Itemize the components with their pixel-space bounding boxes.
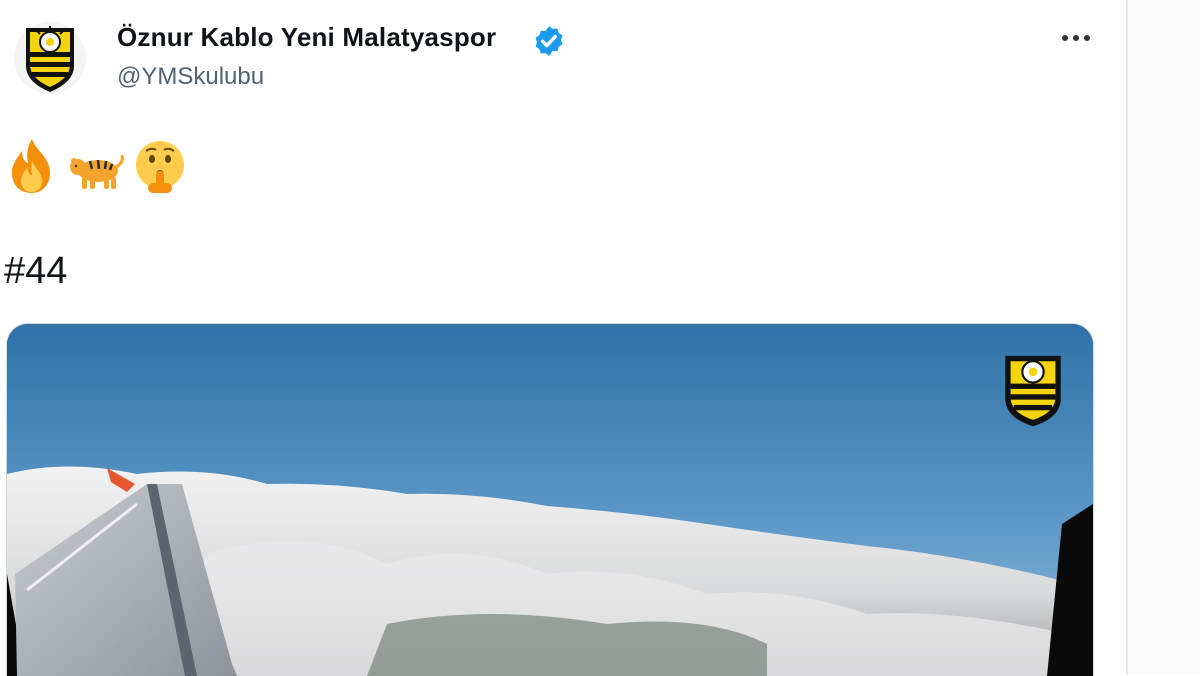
video-frame-airplane-clouds (7, 324, 1093, 676)
tweet-video[interactable] (6, 323, 1094, 676)
shushing-face-emoji-icon (136, 141, 184, 193)
tweet-emojis (6, 136, 186, 196)
author-display-name[interactable]: Öznur Kablo Yeni Malatyaspor (117, 22, 496, 53)
right-sidebar-edge (1128, 0, 1200, 675)
more-horizontal-icon (1062, 35, 1090, 41)
tweet-hashtag[interactable]: #44 (4, 250, 67, 293)
tiger-emoji-icon (70, 154, 124, 189)
verified-badge-icon (535, 26, 563, 56)
fire-emoji-icon (12, 139, 50, 193)
author-handle[interactable]: @YMSkulubu (117, 63, 264, 91)
club-crest-icon (26, 26, 74, 92)
more-options-button[interactable] (1056, 26, 1096, 50)
author-avatar[interactable] (14, 22, 86, 94)
tweet-card[interactable]: Öznur Kablo Yeni Malatyaspor @YMSkulubu (0, 0, 1128, 676)
club-watermark-icon (1005, 355, 1061, 427)
